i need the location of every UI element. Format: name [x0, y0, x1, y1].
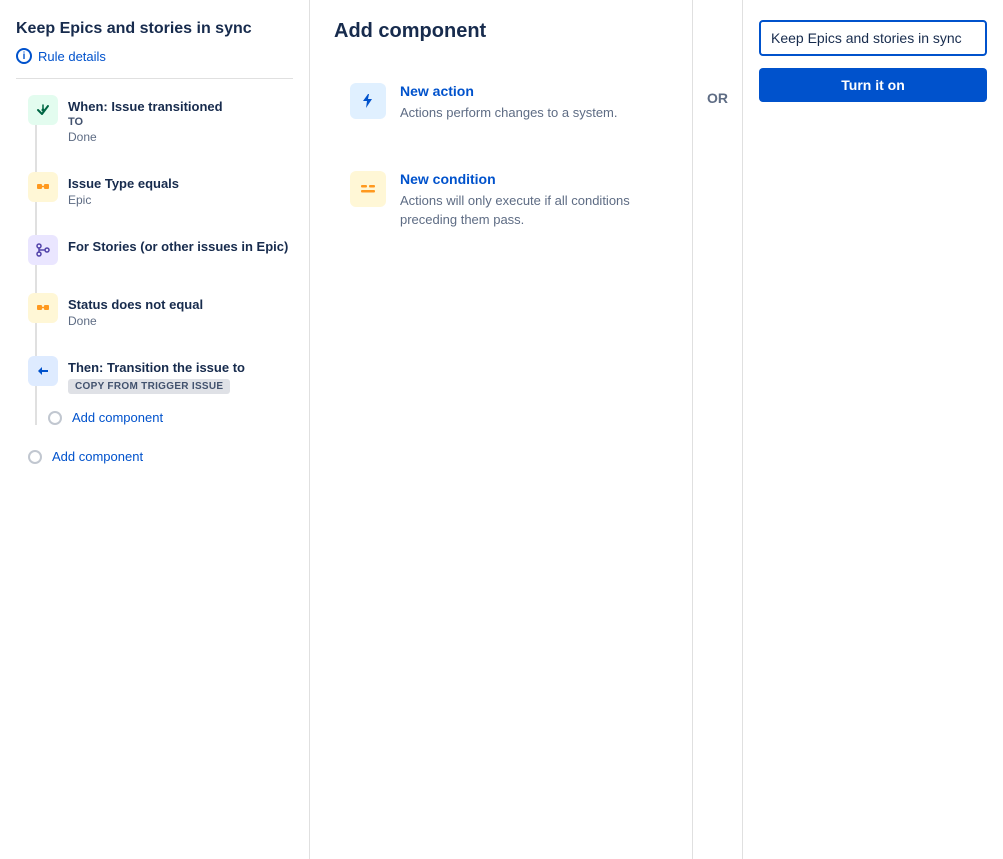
new-condition-card[interactable]: New condition Actions will only execute … [334, 155, 668, 246]
timeline: When: Issue transitioned TO Done Issue T… [16, 95, 293, 425]
action-icon [28, 356, 58, 386]
timeline-item-trigger[interactable]: When: Issue transitioned TO Done [28, 95, 293, 144]
action-content: Then: Transition the issue to COPY FROM … [68, 356, 293, 394]
left-panel: Keep Epics and stories in sync i Rule de… [0, 0, 310, 859]
condition2-icon [28, 293, 58, 323]
new-condition-title: New condition [400, 171, 652, 187]
timeline-item-condition2[interactable]: Status does not equal Done [28, 293, 293, 328]
trigger-icon [28, 95, 58, 125]
timeline-item-branch[interactable]: For Stories (or other issues in Epic) [28, 235, 293, 265]
or-divider: OR [693, 0, 743, 859]
add-component-outer-circle [28, 450, 42, 464]
middle-panel-title: Add component [334, 20, 668, 43]
timeline-item-action[interactable]: Then: Transition the issue to COPY FROM … [28, 356, 293, 394]
rule-details-label: Rule details [38, 49, 106, 64]
trigger-sub1: TO [68, 116, 293, 128]
add-component-inner[interactable]: Add component [36, 410, 293, 425]
rule-title: Keep Epics and stories in sync [16, 20, 293, 38]
timeline-item-condition1[interactable]: Issue Type equals Epic [28, 172, 293, 207]
trigger-title: When: Issue transitioned [68, 99, 293, 114]
branch-content: For Stories (or other issues in Epic) [68, 235, 293, 254]
new-condition-icon [350, 171, 386, 207]
condition1-sub2: Epic [68, 193, 293, 207]
add-component-inner-circle [48, 411, 62, 425]
new-action-text: New action Actions perform changes to a … [400, 83, 617, 123]
new-action-title: New action [400, 83, 617, 99]
add-component-outer[interactable]: Add component [16, 449, 293, 464]
branch-title: For Stories (or other issues in Epic) [68, 239, 293, 254]
condition2-content: Status does not equal Done [68, 293, 293, 328]
info-icon: i [16, 48, 32, 64]
new-action-desc: Actions perform changes to a system. [400, 103, 617, 123]
condition1-icon [28, 172, 58, 202]
or-label: OR [707, 90, 728, 106]
action-title: Then: Transition the issue to [68, 360, 293, 375]
new-action-card[interactable]: New action Actions perform changes to a … [334, 67, 668, 139]
turn-it-on-button[interactable]: Turn it on [759, 68, 987, 102]
action-badge: COPY FROM TRIGGER ISSUE [68, 379, 230, 394]
add-component-outer-label: Add component [52, 449, 143, 464]
trigger-sub2: Done [68, 130, 293, 144]
trigger-content: When: Issue transitioned TO Done [68, 95, 293, 144]
right-panel: Turn it on [743, 0, 1003, 859]
condition1-title: Issue Type equals [68, 176, 293, 191]
condition2-sub2: Done [68, 314, 293, 328]
condition2-title: Status does not equal [68, 297, 293, 312]
add-component-inner-label: Add component [72, 410, 163, 425]
new-action-icon [350, 83, 386, 119]
middle-panel: Add component New action Actions perform… [310, 0, 693, 859]
new-condition-text: New condition Actions will only execute … [400, 171, 652, 230]
rule-details-row[interactable]: i Rule details [16, 48, 293, 79]
new-condition-desc: Actions will only execute if all conditi… [400, 191, 652, 230]
condition1-content: Issue Type equals Epic [68, 172, 293, 207]
rule-name-input[interactable] [759, 20, 987, 56]
branch-icon [28, 235, 58, 265]
